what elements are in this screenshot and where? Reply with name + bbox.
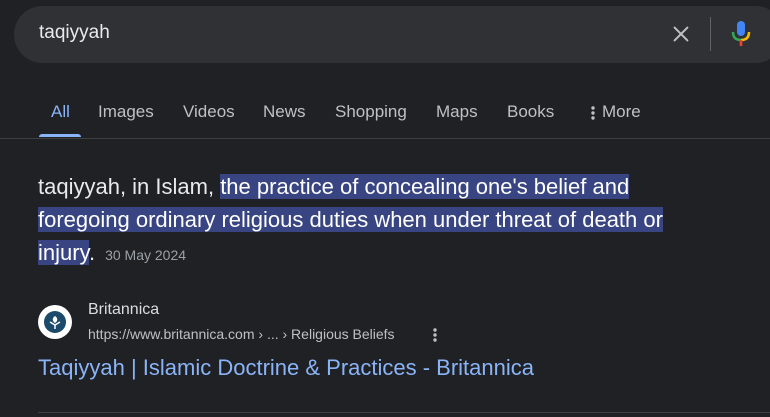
tab-videos[interactable]: Videos bbox=[183, 102, 235, 122]
search-bar[interactable]: taqiyyah bbox=[14, 6, 770, 63]
tab-more[interactable]: More bbox=[590, 102, 641, 122]
tab-more-label: More bbox=[602, 102, 641, 121]
more-vert-icon bbox=[591, 105, 595, 120]
snippet-tail: . bbox=[88, 240, 96, 265]
snippet-highlight: the practice of concealing one's belief … bbox=[220, 174, 630, 199]
voice-search-button[interactable] bbox=[726, 17, 756, 51]
britannica-thistle-icon bbox=[44, 311, 66, 333]
site-name: Britannica bbox=[88, 301, 160, 318]
snippet-date: 30 May 2024 bbox=[105, 247, 187, 263]
snippet-lead: taqiyyah, in Islam, bbox=[38, 174, 221, 199]
tab-maps[interactable]: Maps bbox=[436, 102, 478, 122]
tab-images[interactable]: Images bbox=[98, 102, 154, 122]
britannica-favicon bbox=[38, 305, 72, 339]
mic-icon bbox=[731, 21, 751, 46]
searchbar-divider bbox=[710, 17, 711, 51]
more-vert-icon bbox=[433, 328, 437, 342]
result-options-button[interactable] bbox=[428, 325, 442, 345]
snippet-highlight: foregoing ordinary religious duties when… bbox=[38, 207, 663, 232]
snippet-highlight: injury bbox=[38, 240, 89, 265]
tab-all[interactable]: All bbox=[51, 102, 70, 122]
tab-shopping[interactable]: Shopping bbox=[335, 102, 407, 122]
header-divider bbox=[0, 138, 770, 139]
tab-books[interactable]: Books bbox=[507, 102, 554, 122]
site-url: https://www.britannica.com › ... › Relig… bbox=[88, 326, 395, 342]
clear-search-button[interactable] bbox=[667, 20, 695, 48]
result-divider bbox=[38, 412, 770, 413]
close-icon bbox=[673, 26, 689, 42]
result-source[interactable]: Britannica https://www.britannica.com › … bbox=[38, 300, 758, 350]
search-input[interactable]: taqiyyah bbox=[39, 22, 110, 44]
search-tabs: All Images Videos News Shopping Maps Boo… bbox=[0, 90, 770, 138]
result-title-link[interactable]: Taqiyyah | Islamic Doctrine & Practices … bbox=[38, 355, 534, 381]
active-tab-indicator bbox=[39, 134, 81, 137]
featured-snippet: taqiyyah, in Islam, the practice of conc… bbox=[38, 170, 763, 272]
tab-news[interactable]: News bbox=[263, 102, 306, 122]
